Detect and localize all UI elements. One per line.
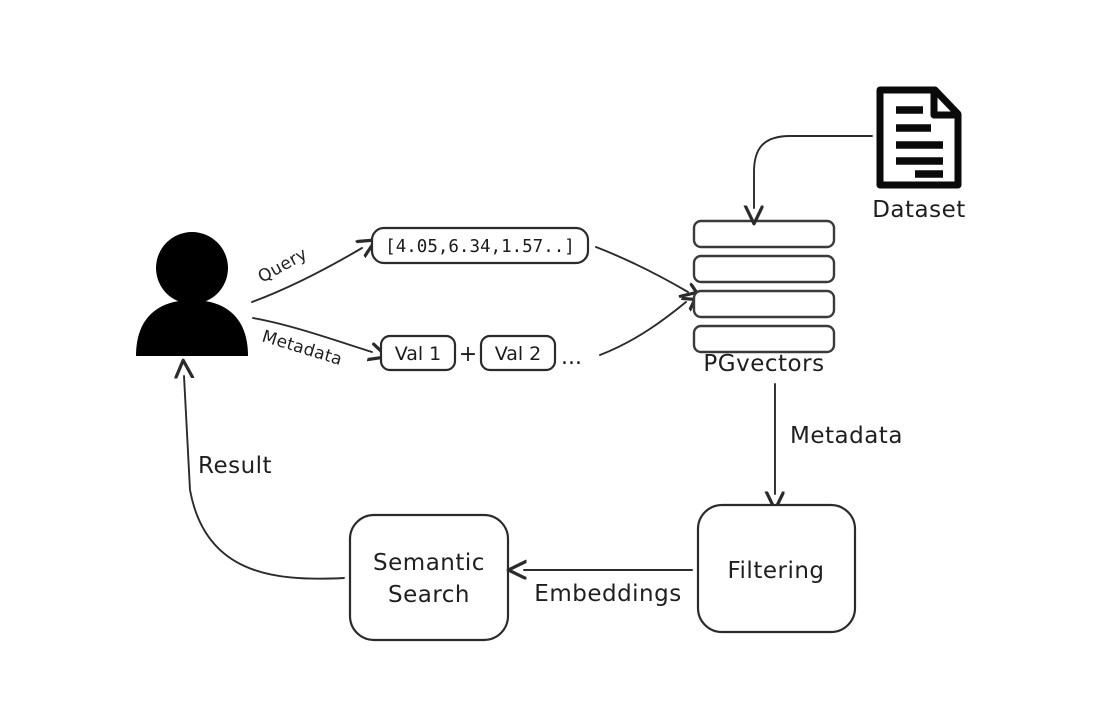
metadata-ellipsis: ... bbox=[561, 345, 582, 370]
edge-label-metadata-filtering: Metadata bbox=[790, 423, 903, 449]
metadata-plus-sign: + bbox=[459, 342, 477, 367]
pgvectors-bar bbox=[692, 324, 836, 354]
val2-text: Val 2 bbox=[495, 343, 542, 365]
semantic-search-label-line2: Search bbox=[388, 582, 470, 608]
edge-label-metadata-user: Metadata bbox=[260, 327, 345, 370]
pgvectors-bar bbox=[692, 289, 836, 319]
val1-text: Val 1 bbox=[395, 343, 442, 365]
document-icon bbox=[876, 86, 962, 189]
edge-metadata-to-pgvectors bbox=[599, 302, 686, 356]
edge-label-embeddings: Embeddings bbox=[534, 581, 681, 607]
semantic-search-label-line1: Semantic bbox=[373, 550, 485, 576]
pgvectors-bar bbox=[692, 254, 836, 284]
semantic-search-box bbox=[348, 513, 510, 642]
query-vector-text: [4.05,6.34,1.57..] bbox=[385, 237, 575, 257]
filtering-label: Filtering bbox=[727, 558, 824, 584]
pgvectors-label: PGvectors bbox=[703, 351, 824, 377]
diagram-canvas: [4.05,6.34,1.57..] Val 1 + Val 2 ... Que… bbox=[0, 0, 1115, 706]
dataset-label: Dataset bbox=[872, 197, 966, 223]
edge-query-to-pgvectors bbox=[595, 246, 688, 292]
person-icon bbox=[136, 232, 248, 356]
edge-dataset-to-pgvectors bbox=[754, 135, 873, 208]
edge-label-result: Result bbox=[198, 453, 272, 479]
pgvectors-stack bbox=[692, 219, 836, 354]
pgvectors-bar bbox=[692, 219, 836, 249]
